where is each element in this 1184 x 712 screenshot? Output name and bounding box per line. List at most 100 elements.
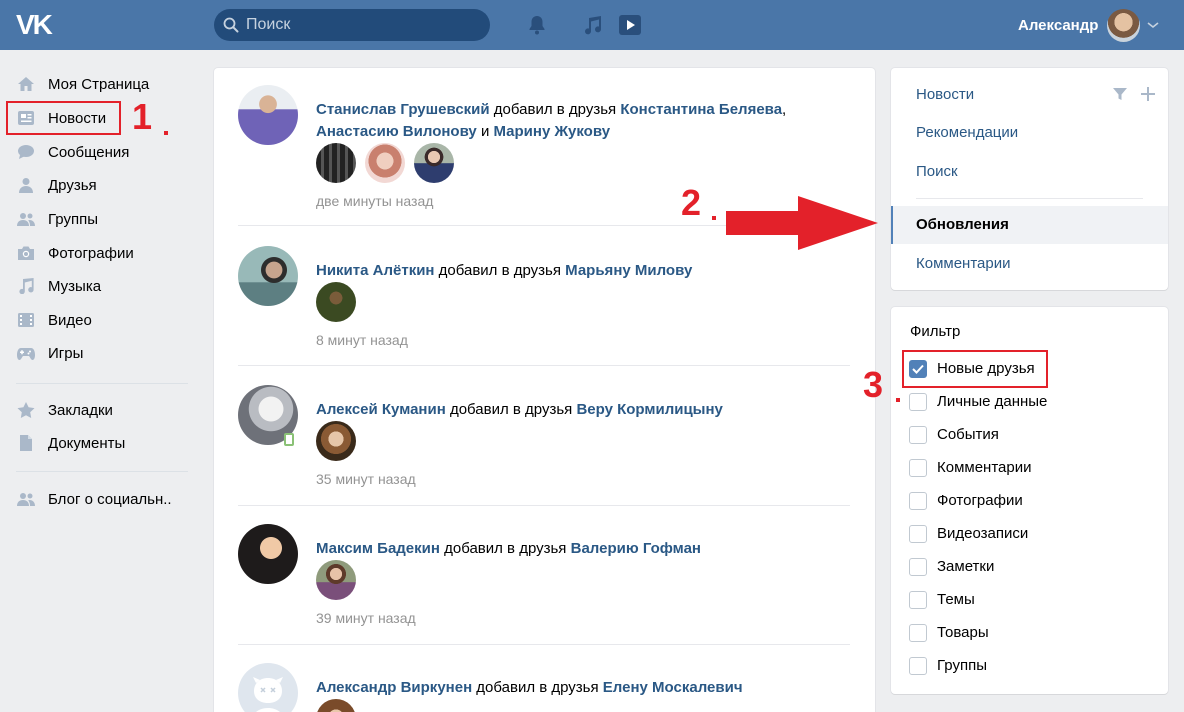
post-author-avatar[interactable]	[238, 524, 298, 584]
menu-divider	[916, 198, 1143, 199]
checkbox[interactable]	[909, 525, 927, 543]
annotation-dot	[712, 216, 716, 220]
sidebar-item-label: Закладки	[48, 402, 113, 419]
filter-option-comments[interactable]: Комментарии	[909, 456, 1109, 480]
chevron-down-icon[interactable]	[1147, 20, 1159, 30]
annotation-dot	[896, 398, 900, 402]
friends-icon	[19, 178, 33, 193]
menu-item-comments[interactable]: Комментарии	[891, 245, 1168, 283]
friend-thumbnail[interactable]	[414, 143, 454, 183]
document-icon	[20, 435, 32, 451]
post-divider	[238, 365, 850, 366]
filter-option-videos[interactable]: Видеозаписи	[909, 522, 1109, 546]
menu-item-label: Рекомендации	[916, 124, 1019, 141]
video-icon	[18, 313, 34, 327]
friend-thumbnail[interactable]	[365, 143, 405, 183]
sidebar-item-messages[interactable]: Сообщения	[8, 135, 188, 169]
filter-option-label: Заметки	[937, 558, 995, 575]
menu-item-recommendations[interactable]: Рекомендации	[891, 114, 1168, 152]
sidebar-item-label: Группы	[48, 211, 98, 228]
post-timestamp[interactable]: 8 минут назад	[316, 332, 408, 348]
friend-thumbnail[interactable]	[316, 421, 356, 461]
post-friend-link[interactable]: Веру Кормилицыну	[576, 401, 722, 418]
post-friend-link[interactable]: Елену Москалевич	[603, 679, 743, 696]
checkbox[interactable]	[909, 459, 927, 477]
sidebar-item-games[interactable]: Игры	[8, 336, 188, 370]
sidebar-item-video[interactable]: Видео	[8, 303, 188, 337]
filter-option-label: Видеозаписи	[937, 525, 1029, 542]
friend-thumbnail[interactable]	[316, 560, 356, 600]
play-icon[interactable]	[618, 13, 642, 37]
sidebar-item-label: Видео	[48, 312, 92, 329]
sidebar-item-my-page[interactable]: Моя Страница	[8, 67, 188, 101]
filter-option-label: Группы	[937, 657, 987, 674]
bell-icon[interactable]	[525, 13, 549, 37]
post-timestamp[interactable]: 35 минут назад	[316, 471, 416, 487]
user-avatar[interactable]	[1107, 9, 1140, 42]
checkbox[interactable]	[909, 657, 927, 675]
vk-logo[interactable]: VK	[16, 11, 56, 39]
filter-option-personal-data[interactable]: Личные данные	[909, 390, 1109, 414]
sidebar-item-music[interactable]: Музыка	[8, 269, 188, 303]
post-author-avatar[interactable]	[238, 85, 298, 145]
post-author-link[interactable]: Алексей Куманин	[316, 401, 446, 418]
post-friend-link[interactable]: Валерию Гофман	[571, 540, 701, 557]
annotation-number-three: 3	[863, 364, 884, 405]
checkbox[interactable]	[909, 393, 927, 411]
sidebar-item-label: Блог о социальн..	[48, 491, 172, 508]
post-timestamp[interactable]: 39 минут назад	[316, 610, 416, 626]
filter-option-topics[interactable]: Темы	[909, 588, 1109, 612]
filter-option-photos[interactable]: Фотографии	[909, 489, 1109, 513]
search-input[interactable]	[246, 9, 476, 41]
sidebar-item-blog[interactable]: Блог о социальн..	[8, 482, 188, 516]
post-author-link[interactable]: Никита Алёткин	[316, 262, 434, 279]
sidebar-item-bookmarks[interactable]: Закладки	[8, 393, 188, 427]
post-timestamp[interactable]: две минуты назад	[316, 193, 433, 209]
music-icon	[19, 278, 34, 294]
search-box[interactable]	[214, 9, 490, 41]
post-author-avatar[interactable]	[238, 663, 298, 712]
friend-thumbnail[interactable]	[316, 143, 356, 183]
checkbox[interactable]	[909, 591, 927, 609]
sidebar-item-photos[interactable]: Фотографии	[8, 236, 188, 270]
post-friend-link[interactable]: Марину Жукову	[494, 123, 611, 140]
post-friend-link[interactable]: Анастасию Вилонову	[316, 123, 477, 140]
sidebar-item-documents[interactable]: Документы	[8, 426, 188, 460]
friend-thumbnail[interactable]	[316, 699, 356, 712]
messages-icon	[18, 145, 34, 159]
checkbox[interactable]	[909, 426, 927, 444]
post-action: добавил в друзья	[489, 101, 621, 118]
checkbox[interactable]	[909, 492, 927, 510]
filter-option-products[interactable]: Товары	[909, 621, 1109, 645]
checkbox[interactable]	[909, 558, 927, 576]
post-separator: ,	[782, 101, 787, 118]
filter-option-label: Товары	[937, 624, 989, 641]
sidebar-item-friends[interactable]: Друзья	[8, 168, 188, 202]
sidebar-item-label: Документы	[48, 435, 126, 452]
filter-option-notes[interactable]: Заметки	[909, 555, 1109, 579]
groups-icon	[17, 213, 35, 226]
annotation-number-one: 1	[132, 96, 153, 137]
post-author-link[interactable]: Александр Виркунен	[316, 679, 472, 696]
user-name[interactable]: Александр	[1018, 17, 1098, 34]
post-author-link[interactable]: Станислав Грушевский	[316, 101, 490, 118]
checkbox[interactable]	[909, 624, 927, 642]
post-text: Максим Бадекин добавил в друзья Валерию …	[316, 538, 816, 560]
annotation-dot	[164, 131, 168, 135]
post-action: добавил в друзья	[439, 540, 571, 557]
filter-option-events[interactable]: События	[909, 423, 1109, 447]
post-divider	[238, 644, 850, 645]
post-friend-link[interactable]: Константина Беляева	[620, 101, 782, 118]
post-author-link[interactable]: Максим Бадекин	[316, 540, 440, 557]
music-icon[interactable]	[580, 13, 604, 37]
menu-item-search[interactable]: Поиск	[891, 153, 1168, 191]
filter-option-groups[interactable]: Группы	[909, 654, 1109, 678]
filter-funnel-icon[interactable]	[1112, 86, 1128, 102]
friend-thumbnail[interactable]	[316, 282, 356, 322]
menu-item-updates[interactable]: Обновления	[891, 206, 1168, 244]
post-friend-link[interactable]: Марьяну Милову	[565, 262, 692, 279]
plus-icon[interactable]	[1140, 86, 1156, 102]
post-author-avatar[interactable]	[238, 246, 298, 306]
sidebar-item-groups[interactable]: Группы	[8, 202, 188, 236]
annotation-highlight-news	[6, 101, 121, 135]
